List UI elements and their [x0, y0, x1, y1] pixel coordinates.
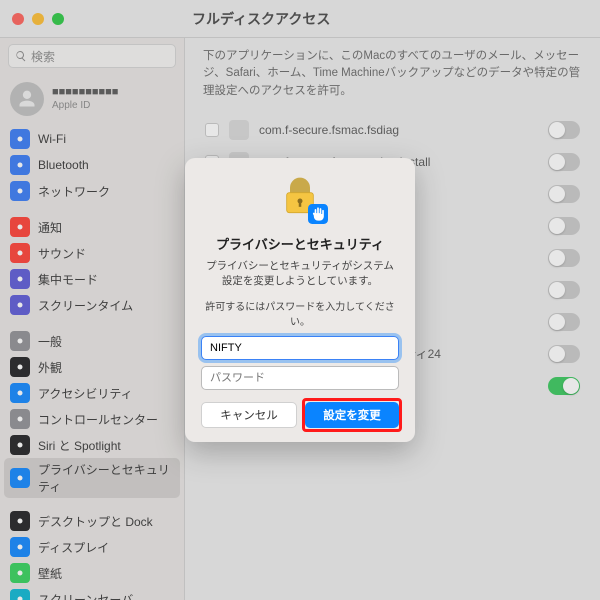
dialog-hint: 許可するにはパスワードを入力してください。 — [201, 298, 399, 328]
confirm-button[interactable]: 設定を変更 — [305, 402, 399, 428]
hand-icon — [308, 204, 328, 224]
modal-overlay: プライバシーとセキュリティ プライバシーとセキュリティがシステム設定を変更しよう… — [0, 0, 600, 600]
dialog-message: プライバシーとセキュリティがシステム設定を変更しようとしています。 — [201, 259, 399, 288]
password-field[interactable] — [201, 366, 399, 390]
cancel-button[interactable]: キャンセル — [201, 402, 297, 428]
dialog-title: プライバシーとセキュリティ — [201, 234, 399, 253]
username-field[interactable] — [201, 336, 399, 360]
auth-dialog: プライバシーとセキュリティ プライバシーとセキュリティがシステム設定を変更しよう… — [185, 158, 415, 442]
lock-icon — [201, 176, 399, 224]
